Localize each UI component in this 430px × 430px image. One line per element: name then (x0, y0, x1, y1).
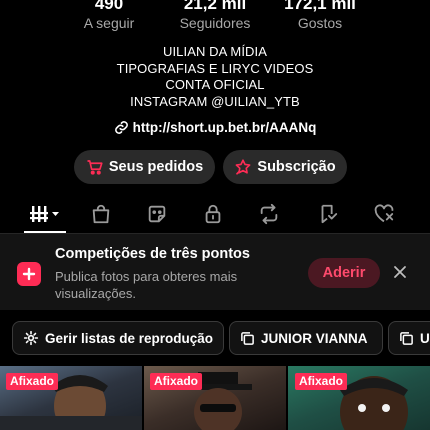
followers-stat[interactable]: 21,2 mil Seguidores (160, 0, 270, 32)
profile-stats: 490 A seguir 21,2 mil Seguidores 172,1 m… (0, 0, 430, 34)
promo-subtitle: Publica fotos para obteres mais visualiz… (55, 269, 238, 301)
followers-count: 21,2 mil (183, 0, 247, 13)
likes-label: Gostos (297, 15, 343, 31)
cart-icon (87, 160, 103, 175)
gear-icon (23, 330, 39, 346)
sticker-icon (148, 205, 166, 223)
bio-link[interactable]: http://short.up.bet.br/AAANq (0, 120, 430, 135)
likes-stat[interactable]: 172,1 mil Gostos (265, 0, 375, 32)
promo-title: Competições de três pontos (55, 246, 250, 262)
playlist-icon (400, 331, 413, 345)
followers-label: Seguidores (179, 15, 251, 31)
bio-line: TIPOGRAFIAS E LIRYC VIDEOS (116, 60, 314, 76)
following-stat[interactable]: 490 A seguir (54, 0, 164, 32)
bio-line: UILIAN DA MÍDIA (162, 44, 268, 59)
manage-playlists-label: Gerir listas de reprodução (45, 330, 214, 346)
tab-liked[interactable] (357, 196, 411, 232)
bio-line: CONTA OFICIAL (165, 77, 265, 92)
promo-icon (17, 262, 41, 286)
close-icon[interactable] (392, 264, 408, 280)
tab-stickers[interactable] (130, 196, 184, 232)
following-label: A seguir (83, 15, 135, 31)
orders-button[interactable]: Seus pedidos (74, 150, 215, 184)
pinned-badge: Afixado (6, 373, 59, 390)
tab-reposts[interactable] (242, 196, 296, 232)
grid-icon (30, 206, 59, 222)
profile-tabs (0, 196, 430, 234)
bio-line: INSTAGRAM @UILIAN_YTB (130, 93, 300, 109)
liked-icon (374, 204, 394, 223)
subscription-label: Subscrição (257, 159, 336, 175)
tab-videos[interactable] (18, 196, 72, 232)
playlist-label: U (420, 330, 430, 346)
bookmark-icon (321, 204, 338, 224)
join-button[interactable]: Aderir (308, 258, 380, 288)
link-icon (114, 121, 128, 134)
orders-label: Seus pedidos (108, 159, 204, 175)
likes-count: 172,1 mil (284, 0, 356, 13)
tab-shop[interactable] (74, 196, 128, 232)
subscription-button[interactable]: Subscrição (223, 150, 347, 184)
tab-private[interactable] (186, 196, 240, 232)
profile-bio: UILIAN DA MÍDIA TIPOGRAFIAS E LIRYC VIDE… (0, 44, 430, 110)
playlist-icon (241, 331, 254, 345)
star-icon (235, 159, 251, 175)
lock-icon (205, 204, 221, 224)
manage-playlists-button[interactable]: Gerir listas de reprodução (12, 321, 224, 355)
pinned-badge: Afixado (150, 373, 203, 390)
bio-link-text: http://short.up.bet.br/AAANq (132, 120, 317, 135)
shopping-bag-icon (92, 204, 110, 224)
following-count: 490 (94, 0, 124, 13)
playlist-chip-next[interactable]: U (388, 321, 430, 355)
tab-favorites[interactable] (301, 196, 355, 232)
playlist-label: JUNIOR VIANNA (261, 330, 368, 346)
pinned-badge: Afixado (295, 373, 348, 390)
repost-icon (260, 203, 278, 225)
playlist-chip-junior-vianna[interactable]: JUNIOR VIANNA (229, 321, 383, 355)
